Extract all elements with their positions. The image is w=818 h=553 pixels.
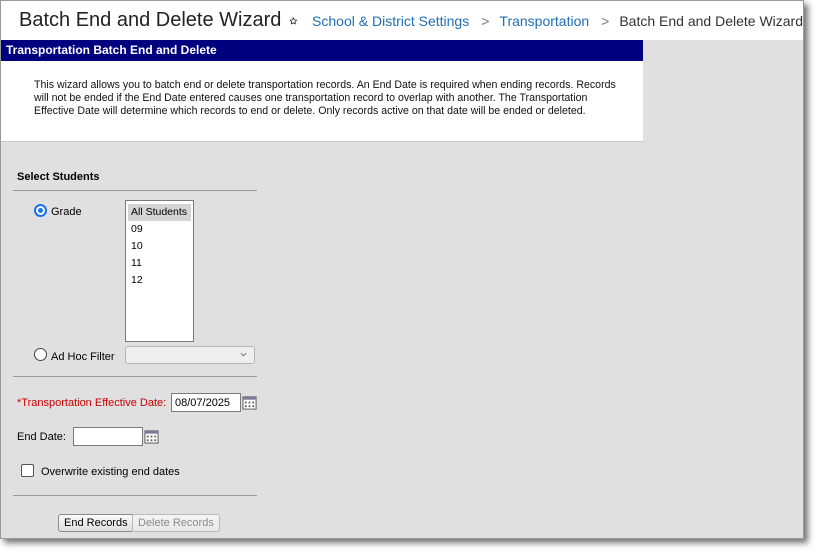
list-item[interactable]: 12 (128, 272, 191, 289)
panel-title: Transportation Batch End and Delete (1, 40, 643, 61)
breadcrumb-current: Batch End and Delete Wizard (619, 12, 803, 29)
end-date-label: End Date: (17, 431, 66, 443)
breadcrumb-transportation[interactable]: Transportation (499, 13, 589, 29)
app-window: Batch End and Delete Wizard School & Dis… (0, 0, 804, 539)
list-item[interactable]: 11 (128, 255, 191, 272)
adhoc-filter-select[interactable] (125, 346, 255, 364)
end-records-button[interactable]: End Records (58, 514, 134, 532)
overwrite-label: Overwrite existing end dates (41, 466, 180, 478)
list-item[interactable]: All Students (128, 204, 191, 221)
breadcrumb-separator: > (601, 12, 610, 29)
section-title: Select Students (17, 171, 100, 183)
effective-date-label: *Transportation Effective Date: (17, 397, 167, 409)
panel-description: This wizard allows you to batch end or d… (34, 79, 616, 117)
chevron-down-icon (240, 352, 247, 357)
adhoc-filter-label: Ad Hoc Filter (51, 351, 115, 363)
star-icon[interactable] (289, 12, 298, 30)
effective-date-input[interactable] (171, 393, 241, 412)
delete-records-button[interactable]: Delete Records (132, 514, 220, 532)
overwrite-checkbox[interactable] (21, 464, 34, 477)
adhoc-filter-radio[interactable] (34, 348, 47, 361)
page-title: Batch End and Delete Wizard (19, 9, 282, 31)
divider (13, 495, 257, 496)
breadcrumb-separator: > (481, 12, 490, 29)
calendar-icon[interactable] (144, 429, 159, 444)
list-item[interactable]: 10 (128, 238, 191, 255)
divider (13, 190, 257, 191)
breadcrumb-school-district-settings[interactable]: School & District Settings (312, 13, 469, 29)
grade-listbox[interactable]: All Students 09 10 11 12 (125, 200, 194, 342)
calendar-icon[interactable] (242, 395, 257, 410)
grade-radio[interactable] (34, 204, 47, 217)
wizard-form: Select Students Grade All Students 09 10… (1, 142, 643, 538)
divider (13, 376, 257, 377)
end-date-input[interactable] (73, 427, 143, 446)
list-item[interactable]: 09 (128, 221, 191, 238)
page-header: Batch End and Delete Wizard School & Dis… (1, 1, 803, 40)
info-panel: Transportation Batch End and Delete This… (1, 40, 643, 142)
grade-label: Grade (51, 206, 82, 218)
